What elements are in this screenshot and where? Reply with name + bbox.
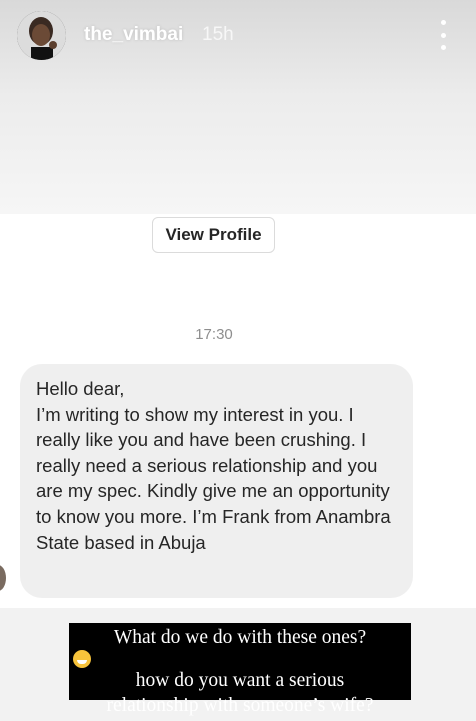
story-time-ago: 15h (202, 24, 234, 45)
grinning-sweat-face-icon (73, 650, 91, 668)
message-timestamp: 17:30 (195, 326, 233, 343)
story-avatar[interactable] (17, 11, 66, 60)
caption-line-2: how do you want a serious (135, 670, 345, 691)
caption-line-3: relationship with someone’s wife? (106, 695, 374, 716)
message-text: Hello dear, I’m writing to show my inter… (36, 378, 391, 553)
profile-photo (17, 11, 66, 60)
caption-line-1: What do we do with these ones? (73, 625, 407, 668)
view-profile-button[interactable]: View Profile (152, 217, 275, 253)
more-vertical-icon[interactable] (433, 20, 453, 50)
story-caption: What do we do with these ones? how do yo… (69, 623, 411, 716)
story-username[interactable]: the_vimbai (84, 24, 183, 46)
sender-avatar (0, 565, 6, 591)
message-bubble[interactable]: Hello dear, I’m writing to show my inter… (20, 364, 413, 598)
story-header: the_vimbai 15h (0, 0, 476, 72)
